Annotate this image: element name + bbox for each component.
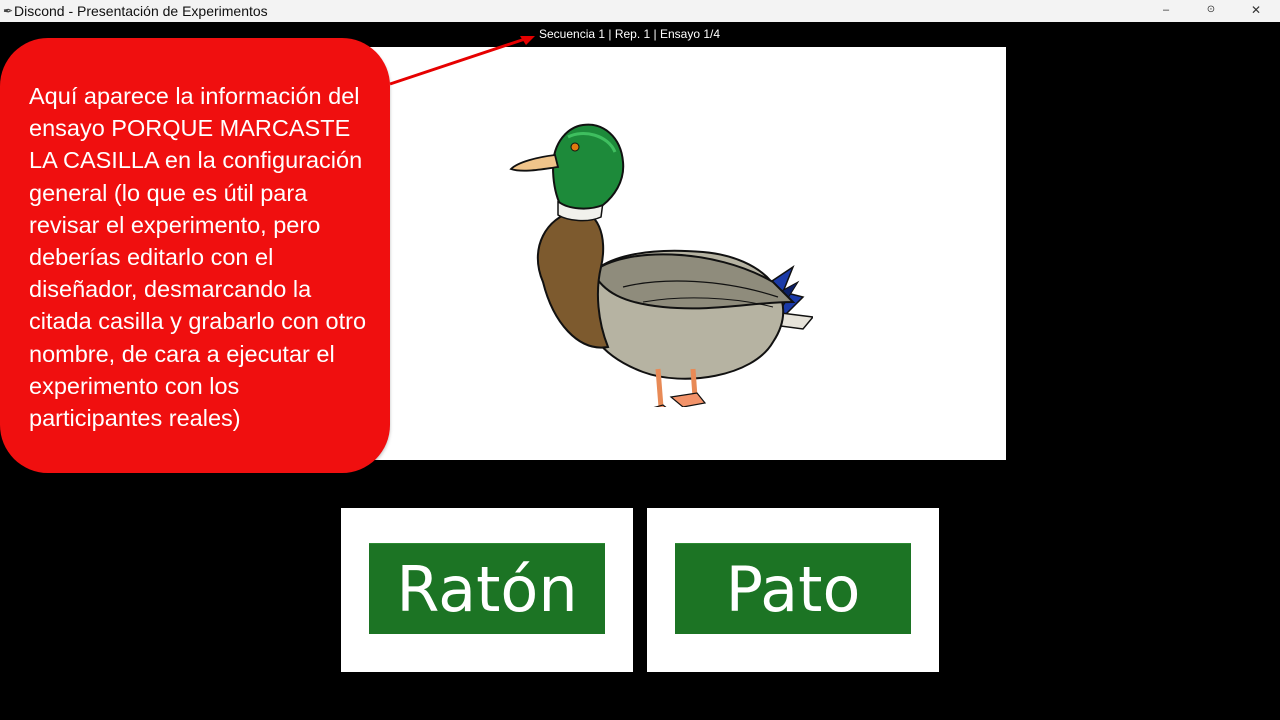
trial-info: Secuencia 1 | Rep. 1 | Ensayo 1/4 xyxy=(539,27,721,41)
minimize-button[interactable]: – xyxy=(1144,0,1188,22)
window-title: Discond - Presentación de Experimentos xyxy=(14,3,268,19)
callout-text: Aquí aparece la información del ensayo P… xyxy=(29,83,367,432)
choice-label-pato[interactable]: Pato xyxy=(675,543,911,634)
choice-card-raton[interactable]: Ratón xyxy=(341,508,633,672)
feather-icon: ✒ xyxy=(3,4,14,18)
close-button[interactable]: ✕ xyxy=(1234,0,1278,22)
window-titlebar: ✒ Discond - Presentación de Experimentos… xyxy=(0,0,1280,22)
experiment-screen: Secuencia 1 | Rep. 1 | Ensayo 1/4 Aquí a… xyxy=(0,22,1280,720)
annotation-callout: Aquí aparece la información del ensayo P… xyxy=(0,38,390,473)
maximize-button[interactable]: ⊙ xyxy=(1189,0,1233,22)
duck-image xyxy=(509,123,813,407)
choice-card-pato[interactable]: Pato xyxy=(647,508,939,672)
choice-label-raton[interactable]: Ratón xyxy=(369,543,605,634)
